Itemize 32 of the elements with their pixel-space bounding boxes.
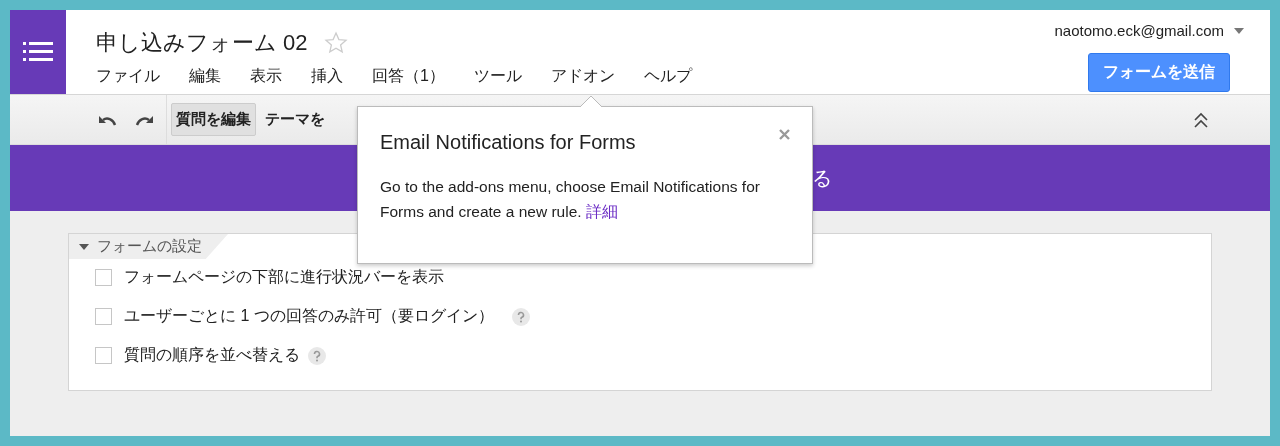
menu-item[interactable]: 回答（1） (372, 66, 445, 87)
settings-header[interactable]: フォームの設定 (69, 234, 228, 259)
help-icon[interactable] (511, 307, 530, 326)
checkbox[interactable] (95, 269, 112, 286)
menu-item[interactable]: 編集 (189, 66, 221, 87)
menu-item[interactable]: アドオン (550, 66, 615, 87)
menu-item[interactable]: 挿入 (311, 66, 343, 87)
option-label: フォームページの下部に進行状況バーを表示 (124, 267, 444, 287)
list-icon (23, 41, 53, 63)
details-link[interactable]: 詳細 (585, 203, 618, 220)
option-label: 質問の順序を並べ替える (124, 345, 300, 365)
menu-item[interactable]: 表示 (250, 66, 282, 87)
toolbar-tab[interactable]: テーマを (260, 103, 330, 136)
caret-icon[interactable] (1234, 27, 1244, 34)
option-label: ユーザーごとに 1 つの回答のみ許可（要ログイン） (124, 306, 494, 326)
forms-logo[interactable] (10, 10, 66, 94)
checkbox[interactable] (95, 347, 112, 364)
toolbar-tab[interactable]: 質問を編集 (171, 103, 256, 136)
account-email[interactable]: naotomo.eck@gmail.com (1054, 22, 1224, 39)
collapse-icon[interactable] (1194, 111, 1208, 128)
form-title: 申し込みフォーム 02 (96, 29, 308, 57)
checkbox[interactable] (95, 308, 112, 325)
help-icon[interactable] (308, 346, 326, 365)
close-icon[interactable] (779, 129, 790, 140)
banner-text: る (812, 165, 832, 191)
menu-item[interactable]: ファイル (96, 66, 160, 87)
menu-item[interactable]: ヘルプ (643, 66, 692, 87)
collapse-triangle-icon[interactable] (79, 243, 89, 250)
popup-text: Go to the add-ons menu, choose Email Notifications for Forms and create a new rule. 詳細 (380, 177, 761, 222)
star-icon[interactable] (323, 31, 348, 55)
popup-title: Email Notifications for Forms (380, 131, 637, 154)
menu-item[interactable]: ツール (473, 66, 522, 87)
